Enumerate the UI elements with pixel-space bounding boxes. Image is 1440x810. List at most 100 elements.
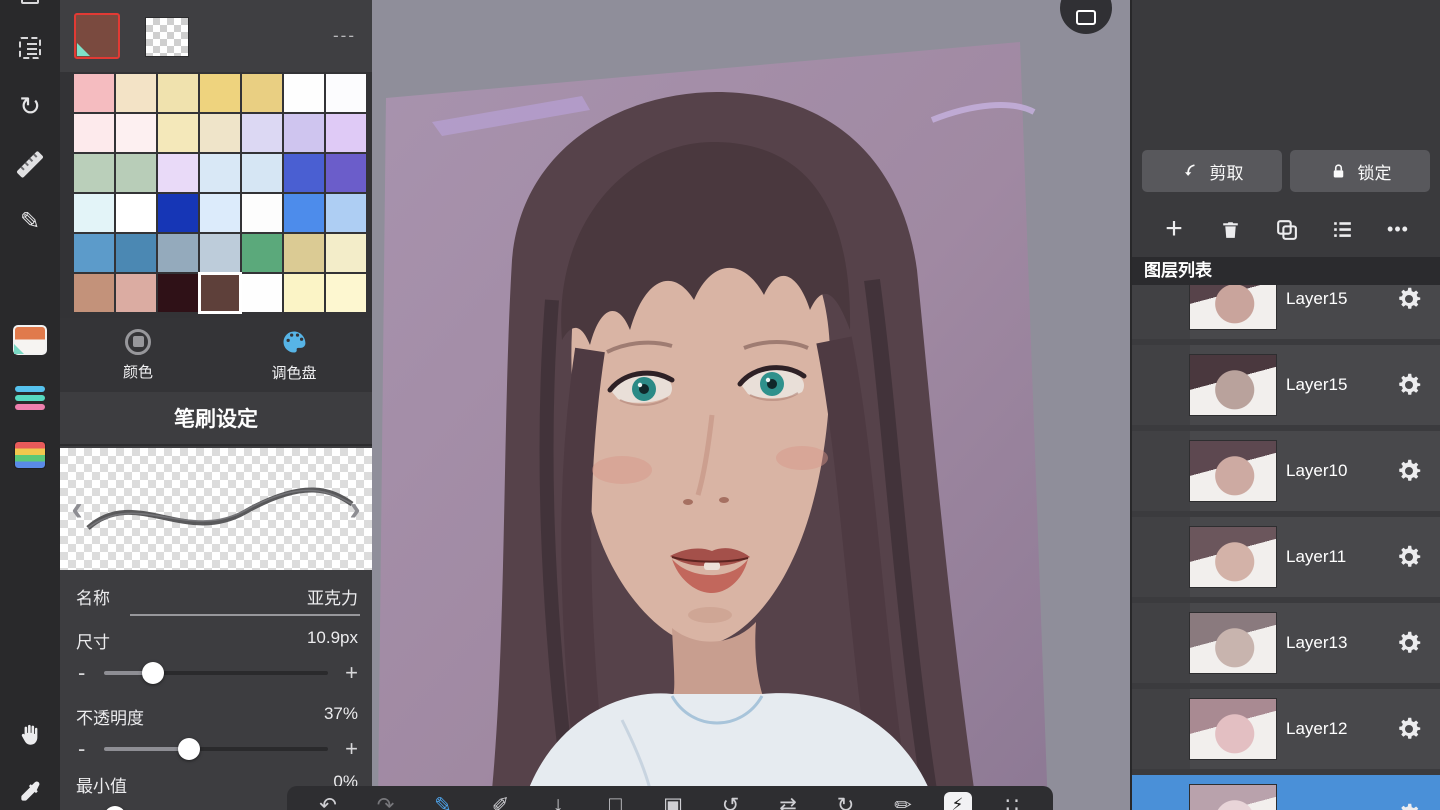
- size-slider-track[interactable]: [104, 662, 328, 684]
- rotate-right-icon[interactable]: ↻: [829, 790, 863, 810]
- rotate-view-tool-button[interactable]: ↻: [0, 86, 60, 126]
- opacity-increase-button[interactable]: +: [345, 736, 358, 762]
- layer-list-view-button[interactable]: [1322, 209, 1362, 249]
- palette-swatch[interactable]: [158, 234, 198, 272]
- palette-swatch[interactable]: [200, 154, 240, 192]
- foreground-color-swatch[interactable]: [74, 13, 120, 59]
- palette-swatch[interactable]: [242, 114, 282, 152]
- more-options-button[interactable]: •••: [1378, 209, 1418, 249]
- palette-swatch[interactable]: [74, 74, 114, 112]
- flip-horizontal-icon[interactable]: ⇄: [771, 790, 805, 810]
- gradient-tool-button[interactable]: [0, 435, 60, 475]
- drawing-canvas[interactable]: [372, 0, 1130, 810]
- layer-settings-gear-icon[interactable]: [1394, 285, 1424, 314]
- palette-swatch[interactable]: [74, 114, 114, 152]
- duplicate-layer-button[interactable]: [1266, 209, 1306, 249]
- opacity-decrease-button[interactable]: -: [78, 736, 85, 762]
- opacity-slider-track[interactable]: [104, 738, 328, 760]
- select-tool-button[interactable]: [0, 28, 60, 68]
- rotate-left-icon[interactable]: ↺: [714, 790, 748, 810]
- palette-swatch[interactable]: [116, 274, 156, 312]
- layer-settings-gear-icon[interactable]: [1394, 456, 1424, 486]
- brush-list-tool-button[interactable]: [0, 378, 60, 418]
- tab-color[interactable]: 颜色: [60, 318, 216, 392]
- palette-swatch[interactable]: [242, 74, 282, 112]
- pen-icon[interactable]: ✐: [484, 790, 518, 810]
- layer-row[interactable]: Layer12: [1132, 689, 1440, 775]
- lock-button[interactable]: 锁定: [1290, 150, 1430, 192]
- palette-swatch[interactable]: [242, 194, 282, 232]
- palette-swatch[interactable]: [242, 234, 282, 272]
- layer-row[interactable]: [1132, 775, 1440, 810]
- layer-settings-gear-icon[interactable]: [1394, 800, 1424, 810]
- minimum-slider-thumb[interactable]: [104, 806, 126, 810]
- layer-settings-gear-icon[interactable]: [1394, 628, 1424, 658]
- palette-swatch[interactable]: [200, 114, 240, 152]
- palette-swatch[interactable]: [74, 274, 114, 312]
- palette-swatch[interactable]: [116, 74, 156, 112]
- copy-icon[interactable]: □: [599, 790, 633, 810]
- palette-swatch[interactable]: [198, 272, 242, 314]
- size-slider-thumb[interactable]: [142, 662, 165, 684]
- palette-swatch[interactable]: [284, 194, 324, 232]
- size-increase-button[interactable]: +: [345, 660, 358, 686]
- palette-swatch[interactable]: [116, 154, 156, 192]
- marker-tool-button[interactable]: ✎: [0, 202, 60, 242]
- clone-tool-button[interactable]: [0, 0, 60, 24]
- opacity-slider-thumb[interactable]: [178, 738, 201, 760]
- layer-row[interactable]: Layer15: [1132, 345, 1440, 431]
- palette-swatch[interactable]: [284, 74, 324, 112]
- palette-swatch[interactable]: [326, 154, 366, 192]
- grid-icon[interactable]: ∷: [995, 790, 1029, 810]
- next-brush-arrow[interactable]: ›: [338, 448, 372, 570]
- palette-swatch[interactable]: [326, 274, 366, 312]
- previous-brush-arrow[interactable]: ‹: [60, 448, 94, 570]
- eraser-icon[interactable]: ✏: [886, 790, 920, 810]
- brush-name-value[interactable]: 亚克力: [307, 584, 358, 609]
- undo-icon[interactable]: ↶: [311, 790, 345, 810]
- palette-swatch[interactable]: [326, 234, 366, 272]
- palette-swatch[interactable]: [284, 114, 324, 152]
- palette-swatch[interactable]: [74, 154, 114, 192]
- layer-settings-gear-icon[interactable]: [1394, 714, 1424, 744]
- palette-swatch[interactable]: [158, 114, 198, 152]
- palette-swatch[interactable]: [284, 274, 324, 312]
- palette-swatch[interactable]: [116, 194, 156, 232]
- palette-swatch[interactable]: [74, 234, 114, 272]
- palette-swatch[interactable]: [74, 194, 114, 232]
- palette-swatch[interactable]: [158, 274, 198, 312]
- layer-row[interactable]: Layer15: [1132, 285, 1440, 345]
- brush-icon[interactable]: ✎: [426, 790, 460, 810]
- palette-swatch[interactable]: [326, 74, 366, 112]
- palette-swatch[interactable]: [284, 234, 324, 272]
- palette-swatch[interactable]: [326, 194, 366, 232]
- palette-swatch[interactable]: [326, 114, 366, 152]
- layer-row[interactable]: Layer10: [1132, 431, 1440, 517]
- palette-swatch[interactable]: [200, 234, 240, 272]
- color-chip-tool-button[interactable]: [0, 320, 60, 360]
- layer-settings-gear-icon[interactable]: [1394, 370, 1424, 400]
- add-layer-button[interactable]: +: [1154, 209, 1194, 249]
- effects-icon[interactable]: ⚡: [943, 792, 972, 810]
- palette-swatch[interactable]: [242, 274, 282, 312]
- palette-swatch[interactable]: [116, 234, 156, 272]
- download-icon[interactable]: ↓: [541, 790, 575, 810]
- palette-swatch[interactable]: [200, 194, 240, 232]
- palette-swatch[interactable]: [116, 114, 156, 152]
- palette-swatch[interactable]: [158, 154, 198, 192]
- layer-settings-gear-icon[interactable]: [1394, 542, 1424, 572]
- hand-tool-button[interactable]: [0, 715, 60, 755]
- ruler-tool-button[interactable]: [0, 144, 60, 184]
- paste-icon[interactable]: ▣: [656, 790, 690, 810]
- more-colors-button[interactable]: ---: [333, 26, 356, 46]
- size-decrease-button[interactable]: -: [78, 660, 85, 686]
- layer-row[interactable]: Layer11: [1132, 517, 1440, 603]
- palette-swatch[interactable]: [200, 74, 240, 112]
- redo-icon[interactable]: ↷: [369, 790, 403, 810]
- palette-swatch[interactable]: [158, 194, 198, 232]
- tab-palette[interactable]: 调色盘: [216, 318, 372, 392]
- palette-swatch[interactable]: [158, 74, 198, 112]
- layer-row[interactable]: Layer13: [1132, 603, 1440, 689]
- palette-swatch[interactable]: [242, 154, 282, 192]
- clip-button[interactable]: 剪取: [1142, 150, 1282, 192]
